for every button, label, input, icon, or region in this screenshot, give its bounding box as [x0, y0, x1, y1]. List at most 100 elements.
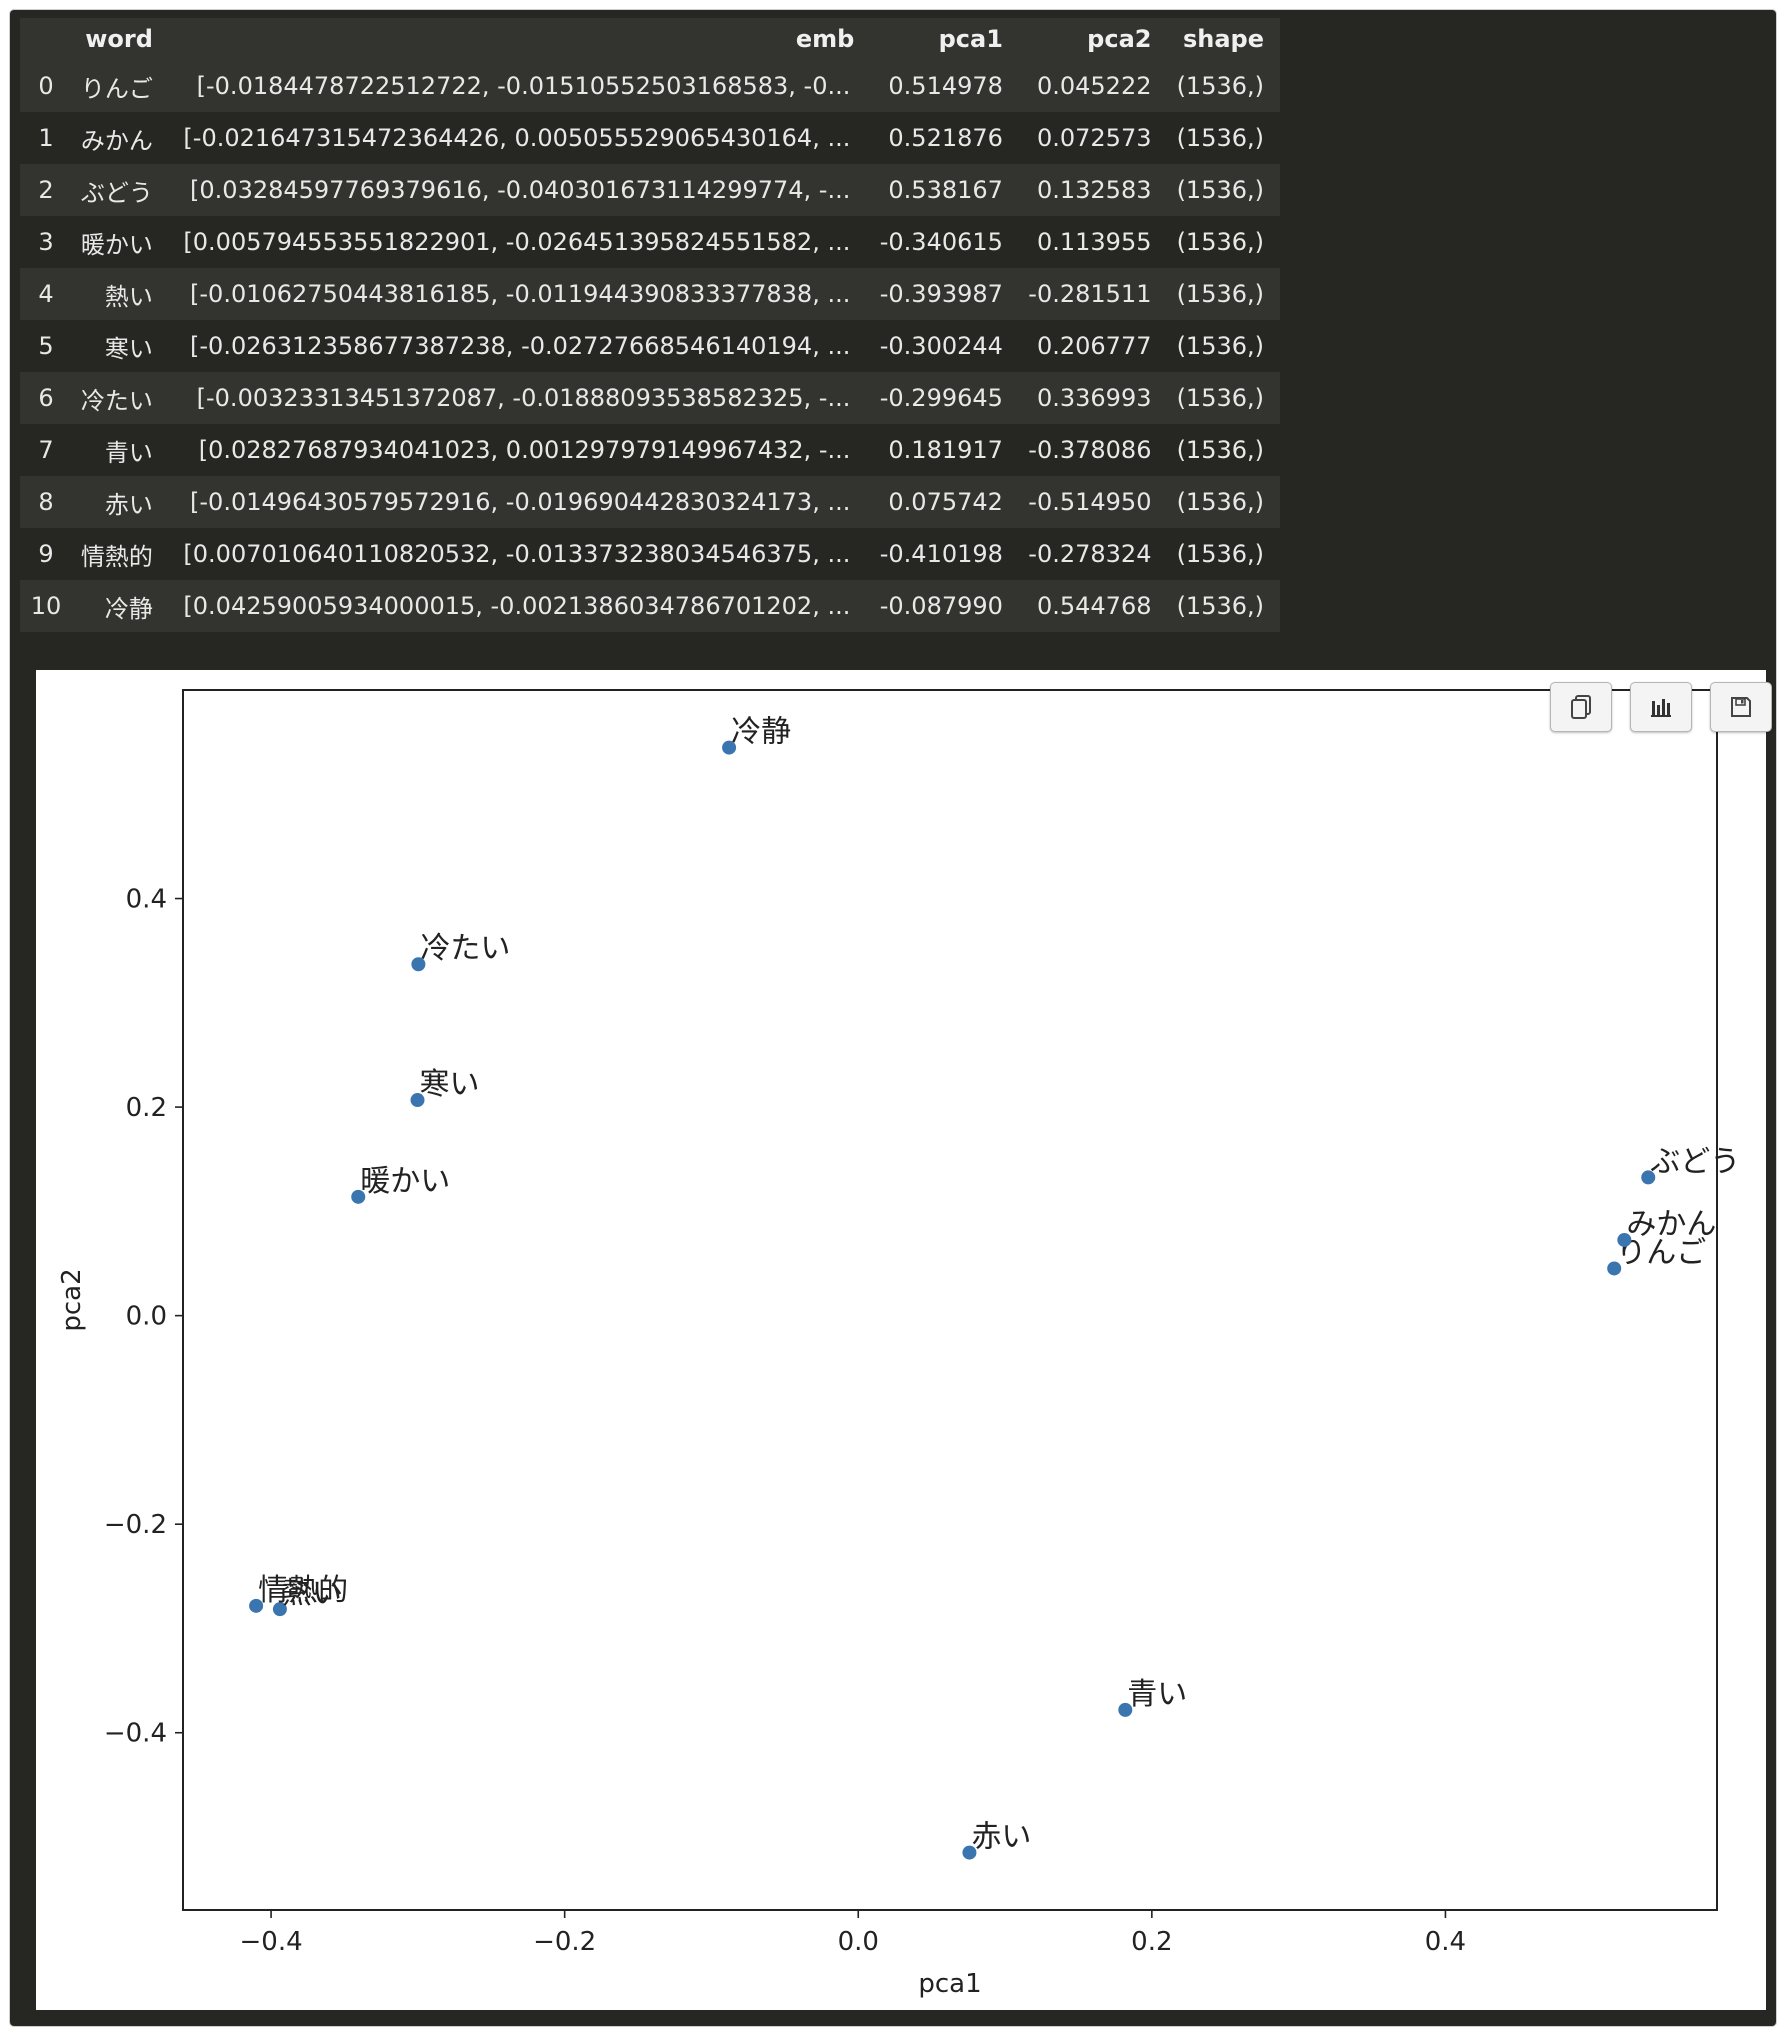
cell-word: 情熱的	[72, 528, 169, 580]
point-label: みかん	[1626, 1207, 1716, 1242]
cell-emb: [0.005794553551822901, -0.02645139582455…	[168, 216, 871, 268]
cell-emb: [-0.0184478722512722, -0.015105525031685…	[168, 60, 871, 112]
cell-word: 青い	[72, 424, 169, 476]
cell-index: 8	[20, 476, 72, 528]
cell-pca2: -0.281511	[1018, 268, 1168, 320]
cell-pca2: 0.336993	[1018, 372, 1168, 424]
dataframe-table: word emb pca1 pca2 shape 0 りんご [-0.01844787225…	[20, 18, 1280, 632]
table-row: 3 暖かい [0.005794553551822901, -0.0264513958…	[20, 216, 1280, 268]
cell-pca1: 0.075742	[870, 476, 1019, 528]
cell-emb: [-0.021647315472364426, 0.00505552906543…	[168, 112, 871, 164]
column-header-pca2: pca2	[1018, 18, 1168, 60]
y-tick-label: −0.4	[104, 1719, 167, 1749]
point-label: ぶどう	[1650, 1144, 1740, 1179]
table-row: 6 冷たい [-0.00323313451372087, -0.0188809353…	[20, 372, 1280, 424]
plot-area	[182, 689, 1718, 1911]
cell-emb: [0.03284597769379616, -0.040301673114299…	[168, 164, 871, 216]
cell-pca2: 0.544768	[1018, 580, 1168, 632]
cell-shape: (1536,)	[1167, 216, 1280, 268]
column-header-pca1: pca1	[870, 18, 1019, 60]
cell-pca2: 0.045222	[1018, 60, 1168, 112]
save-button[interactable]	[1710, 682, 1772, 732]
cell-index: 7	[20, 424, 72, 476]
cell-shape: (1536,)	[1167, 164, 1280, 216]
cell-shape: (1536,)	[1167, 268, 1280, 320]
cell-pca1: -0.393987	[870, 268, 1019, 320]
cell-pca1: -0.410198	[870, 528, 1019, 580]
x-tick-label: −0.4	[240, 1927, 303, 1957]
table-row: 5 寒い [-0.026312358677387238, -0.0272766854…	[20, 320, 1280, 372]
cell-index: 2	[20, 164, 72, 216]
cell-emb: [0.04259005934000015, -0.002138603478670…	[168, 580, 871, 632]
x-tick-label: 0.0	[838, 1927, 879, 1957]
cell-index: 4	[20, 268, 72, 320]
cell-word: 冷たい	[72, 372, 169, 424]
point-label: 青い	[1127, 1677, 1187, 1712]
cell-index: 10	[20, 580, 72, 632]
scatter-chart: −0.4 −0.2 0.0 0.2 0.4 −0.4 −0.2 0.0 0.2 0.4 pca1 pc…	[57, 689, 1740, 1999]
notebook-output-cell: word emb pca1 pca2 shape 0 りんご [-0.01844787225…	[10, 10, 1776, 2026]
cell-emb: [-0.026312358677387238, -0.0272766854614…	[168, 320, 871, 372]
cell-index: 5	[20, 320, 72, 372]
cell-pca2: 0.206777	[1018, 320, 1168, 372]
cell-shape: (1536,)	[1167, 476, 1280, 528]
chart-button[interactable]	[1630, 682, 1692, 732]
copy-icon	[1571, 695, 1591, 719]
y-tick-label: −0.2	[104, 1510, 167, 1540]
cell-emb: [-0.01496430579572916, -0.01969044283032…	[168, 476, 871, 528]
table-row: 9 情熱的 [0.007010640110820532, -0.0133732380…	[20, 528, 1280, 580]
cell-pca1: -0.299645	[870, 372, 1019, 424]
cell-pca1: -0.300244	[870, 320, 1019, 372]
x-tick-label: 0.4	[1425, 1927, 1466, 1957]
cell-shape: (1536,)	[1167, 424, 1280, 476]
table-row: 1 みかん [-0.021647315472364426, 0.0050555290…	[20, 112, 1280, 164]
copy-button[interactable]	[1550, 682, 1612, 732]
cell-pca2: -0.278324	[1018, 528, 1168, 580]
y-tick-label: 0.2	[126, 1093, 167, 1123]
cell-shape: (1536,)	[1167, 60, 1280, 112]
point-label: 暖かい	[360, 1164, 450, 1199]
chart-icon	[1651, 699, 1671, 717]
cell-index: 1	[20, 112, 72, 164]
table-row: 10 冷静 [0.04259005934000015, -0.00213860347…	[20, 580, 1280, 632]
cell-emb: [0.02827687934041023, 0.0012979791499674…	[168, 424, 871, 476]
x-tick-label: 0.2	[1131, 1927, 1172, 1957]
y-tick-label: 0.4	[126, 885, 167, 915]
table-row: 4 熱い [-0.01062750443816185, -0.01194439083…	[20, 268, 1280, 320]
cell-word: 熱い	[72, 268, 169, 320]
cell-pca1: -0.087990	[870, 580, 1019, 632]
column-header-word: word	[72, 18, 169, 60]
cell-pca2: 0.113955	[1018, 216, 1168, 268]
cell-word: 冷静	[72, 580, 169, 632]
cell-pca2: -0.378086	[1018, 424, 1168, 476]
cell-shape: (1536,)	[1167, 528, 1280, 580]
cell-word: 赤い	[72, 476, 169, 528]
point-label: 冷たい	[420, 931, 510, 966]
column-header-index	[20, 18, 72, 60]
point-label: 寒い	[420, 1067, 480, 1102]
scatter-plot-output: −0.4 −0.2 0.0 0.2 0.4 −0.4 −0.2 0.0 0.2 0.4 pca1 pc…	[36, 670, 1772, 2010]
cell-pca1: 0.521876	[870, 112, 1019, 164]
cell-pca1: -0.340615	[870, 216, 1019, 268]
point-label: 冷静	[731, 715, 791, 750]
cell-word: みかん	[72, 112, 169, 164]
cell-emb: [-0.00323313451372087, -0.01888093538582…	[168, 372, 871, 424]
cell-word: りんご	[72, 60, 169, 112]
cell-shape: (1536,)	[1167, 372, 1280, 424]
cell-shape: (1536,)	[1167, 112, 1280, 164]
cell-emb: [-0.01062750443816185, -0.01194439083337…	[168, 268, 871, 320]
cell-word: ぶどう	[72, 164, 169, 216]
column-header-emb: emb	[168, 18, 871, 60]
table-row: 0 りんご [-0.0184478722512722, -0.01510552503…	[20, 60, 1280, 112]
cell-pca2: -0.514950	[1018, 476, 1168, 528]
x-axis-label: pca1	[918, 1969, 981, 1999]
cell-index: 6	[20, 372, 72, 424]
cell-index: 9	[20, 528, 72, 580]
table-row: 8 赤い [-0.01496430579572916, -0.01969044283…	[20, 476, 1280, 528]
table-header-row: word emb pca1 pca2 shape	[20, 18, 1280, 60]
cell-index: 0	[20, 60, 72, 112]
cell-word: 暖かい	[72, 216, 169, 268]
cell-emb: [0.007010640110820532, -0.01337323803454…	[168, 528, 871, 580]
table-row: 7 青い [0.02827687934041023, 0.0012979791499…	[20, 424, 1280, 476]
cell-pca1: 0.181917	[870, 424, 1019, 476]
